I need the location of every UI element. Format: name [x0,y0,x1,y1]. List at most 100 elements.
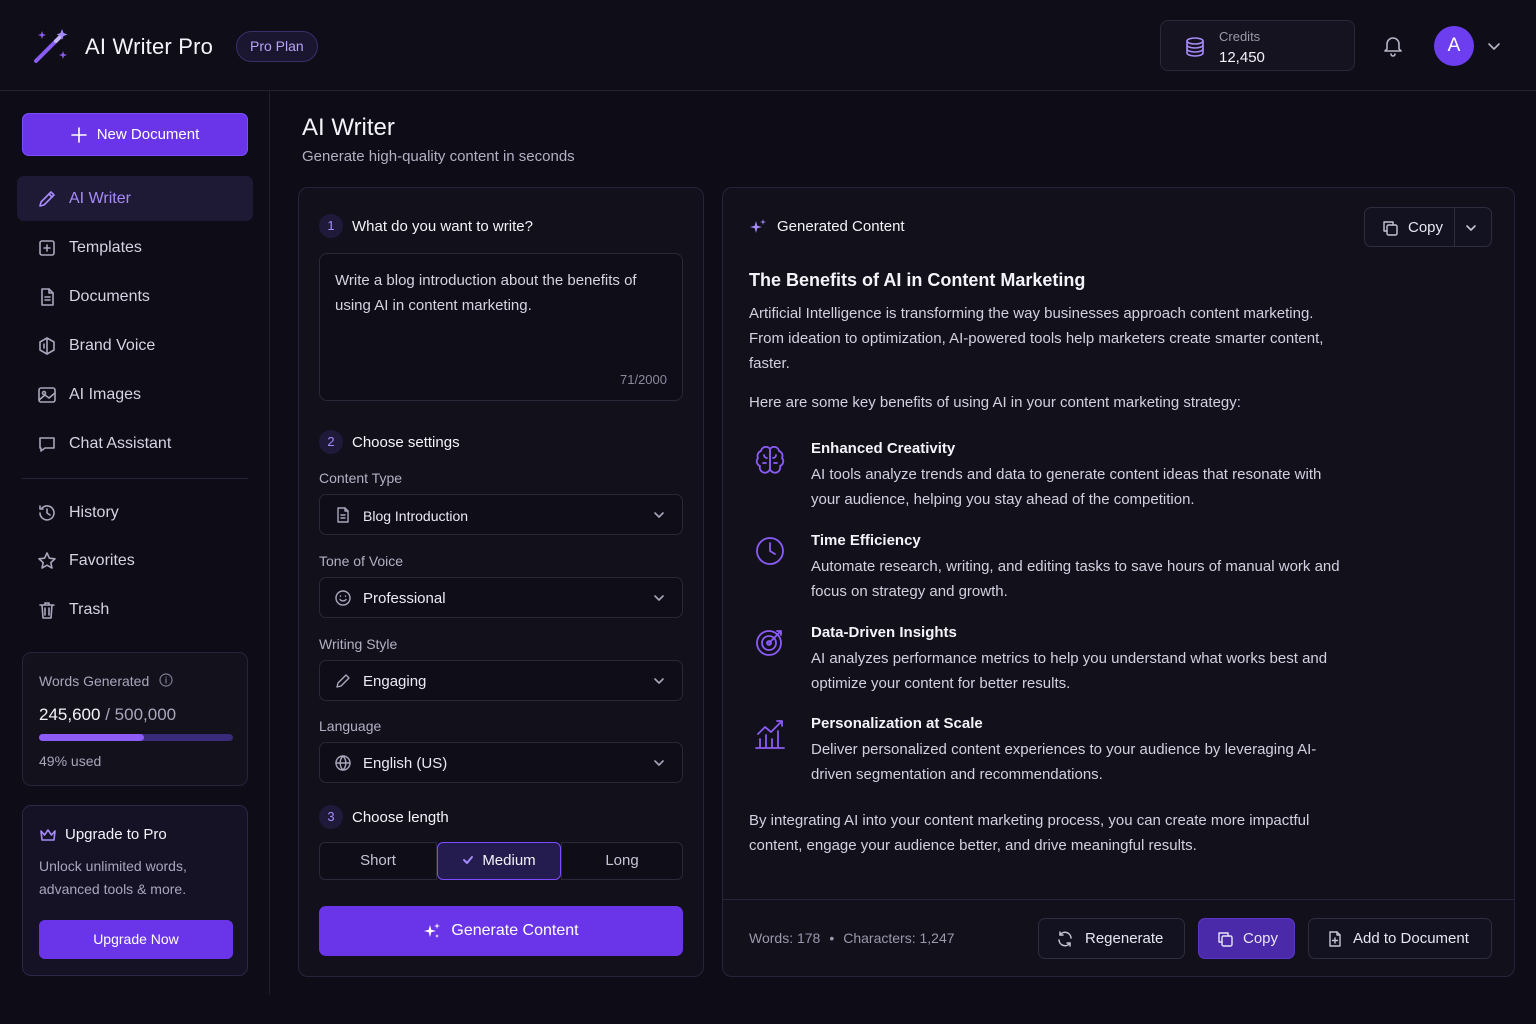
benefit-description: AI analyzes performance metrics to help … [811,650,1328,692]
new-document-label: New Document [96,126,200,143]
length-option-long[interactable]: Long [561,842,683,880]
sidebar-item-brand-voice[interactable]: Brand Voice [17,323,253,368]
sidebar-item-documents[interactable]: Documents [17,274,253,319]
article-conclusion: By integrating AI into your content mark… [749,812,1310,854]
character-count: Characters: 1,247 [843,930,955,946]
history-icon [37,503,57,523]
regenerate-label: Regenerate [1085,930,1164,947]
stat-separator: • [829,930,835,946]
copy-label: Copy [1243,930,1279,947]
writing-style-select[interactable]: Engaging [319,660,683,701]
writing-style-label: Writing Style [319,636,398,652]
step-label: What do you want to write? [352,217,533,235]
upgrade-description: Unlock unlimited words, advanced tools &… [39,858,187,897]
language-value: English (US) [363,755,448,772]
step-1-header: 1 What do you want to write? [319,214,533,238]
words-count: 245,600 / 500,000 [39,705,176,725]
sparkles-icon [424,923,441,938]
info-icon[interactable] [159,673,173,687]
new-document-button[interactable]: New Document [22,113,248,156]
notification-bell-icon[interactable] [1381,33,1405,57]
copy-icon [1216,930,1234,948]
words-progress-fill [39,734,144,741]
chevron-down-icon[interactable] [1465,222,1477,234]
sidebar-item-favorites[interactable]: Favorites [17,538,253,583]
chevron-down-icon [653,757,665,769]
chat-icon [37,434,57,454]
copy-label: Copy [1408,219,1444,236]
trash-icon [37,600,57,620]
page-subtitle: Generate high-quality content in seconds [302,148,575,165]
word-count: Words: 178 [749,930,821,946]
benefit-title: Personalization at Scale [811,715,983,732]
generate-content-button[interactable]: Generate Content [319,906,683,956]
sidebar-item-history[interactable]: History [17,490,253,535]
content-type-label: Content Type [319,470,403,486]
page-title: AI Writer [302,114,395,141]
image-icon [37,385,57,405]
pen-icon [37,189,57,209]
sidebar-item-ai-writer[interactable]: AI Writer [17,176,253,221]
prompt-text[interactable]: Write a blog introduction about the bene… [335,268,665,318]
coins-stack-icon [1183,35,1207,59]
sidebar-item-label: AI Writer [69,190,131,207]
article-lead: Here are some key benefits of using AI i… [749,394,1241,411]
brain-icon [753,443,787,477]
smiley-icon [334,589,352,607]
copy-button[interactable]: Copy [1198,918,1295,959]
article-title: The Benefits of AI in Content Marketing [749,270,1086,290]
chevron-down-icon [653,592,665,604]
tone-label: Tone of Voice [319,553,404,569]
star-icon [37,551,57,571]
article-intro: Artificial Intelligence is transforming … [749,305,1324,372]
document-icon [37,287,57,307]
step-3-header: 3 Choose length [319,805,449,829]
sidebar-item-label: Trash [69,601,110,618]
upgrade-now-button[interactable]: Upgrade Now [39,920,233,959]
length-option-medium[interactable]: Medium [437,842,561,880]
target-icon [753,625,787,659]
upgrade-title: Upgrade to Pro [65,826,167,843]
sidebar-item-ai-images[interactable]: AI Images [17,372,253,417]
length-option-label: Medium [482,852,536,869]
sidebar-item-trash[interactable]: Trash [17,587,253,632]
plus-icon [70,126,87,143]
document-add-icon [1326,930,1344,948]
user-avatar[interactable]: A [1434,26,1474,66]
sidebar: New Document AI Writer Templates Documen… [0,91,270,995]
benefit-description: Automate research, writing, and editing … [811,558,1340,600]
step-2-header: 2 Choose settings [319,430,460,454]
sidebar-item-label: Chat Assistant [69,435,172,452]
template-icon [37,238,57,258]
language-select[interactable]: English (US) [319,742,683,783]
words-generated-card: Words Generated 245,600 / 500,000 49% us… [22,652,248,786]
sidebar-divider [22,478,248,479]
top-header: AI Writer Pro Pro Plan Credits 12,450 A [0,0,1536,91]
words-used-value: 245,600 [39,705,101,724]
sidebar-item-label: History [69,504,119,521]
chevron-down-icon[interactable] [1487,39,1501,53]
credits-widget[interactable]: Credits 12,450 [1160,20,1355,71]
length-option-short[interactable]: Short [319,842,437,880]
tone-select[interactable]: Professional [319,577,683,618]
benefit-title: Time Efficiency [811,532,921,549]
chevron-down-icon [653,675,665,687]
step-label: Choose settings [352,433,460,451]
step-number: 1 [319,214,343,238]
copy-split-button[interactable]: Copy [1364,207,1492,247]
words-separator: / [105,705,110,724]
copy-icon [1381,219,1399,237]
crown-icon [39,826,57,844]
content-type-select[interactable]: Blog Introduction [319,494,683,535]
sidebar-item-label: Favorites [69,552,135,569]
regenerate-button[interactable]: Regenerate [1038,918,1185,959]
pencil-icon [334,672,352,690]
add-to-document-button[interactable]: Add to Document [1308,918,1492,959]
benefit-title: Data-Driven Insights [811,624,957,641]
sidebar-item-templates[interactable]: Templates [17,225,253,270]
sidebar-item-label: AI Images [69,386,142,403]
generated-content-header: Generated Content [777,218,905,235]
prompt-textarea[interactable]: Write a blog introduction about the bene… [319,253,683,401]
sidebar-item-chat-assistant[interactable]: Chat Assistant [17,421,253,466]
document-icon [334,506,352,524]
